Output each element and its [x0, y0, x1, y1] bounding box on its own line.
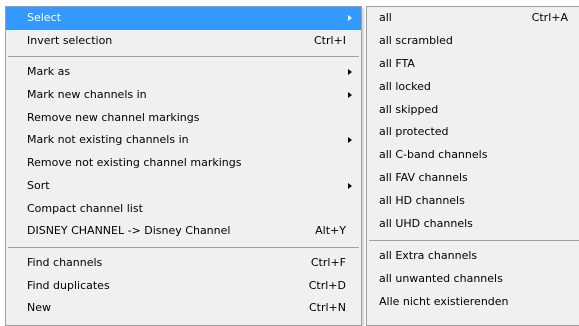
menu-item-label: Select: [27, 11, 61, 24]
menu-item-shortcut: Ctrl+I: [313, 33, 346, 47]
menu-item-invert-selection[interactable]: Invert selection Ctrl+I: [6, 30, 361, 53]
menu-item-label: Invert selection: [27, 33, 113, 47]
submenu-arrow-icon: [348, 69, 352, 76]
menu-item-rename-channel[interactable]: DISNEY CHANNEL -> Disney Channel Alt+Y: [6, 220, 361, 243]
submenu-item-all-scrambled[interactable]: all scrambled: [367, 30, 579, 53]
menu-item-mark-new-channels-in[interactable]: Mark new channels in: [6, 84, 361, 107]
menu-item-label: New: [27, 301, 51, 315]
submenu-item-alle-nicht-existierenden[interactable]: Alle nicht existierenden: [367, 291, 579, 314]
menu-item-label: all scrambled: [379, 33, 453, 47]
menu-item-label: all FAV channels: [379, 171, 468, 185]
submenu-item-all-fav-channels[interactable]: all FAV channels: [367, 167, 579, 190]
menu-item-shortcut: Ctrl+D: [308, 278, 346, 292]
select-submenu: all Ctrl+A all scrambled all FTA all loc…: [366, 6, 579, 326]
menu-item-label: all locked: [379, 79, 431, 93]
menu-item-shortcut: Ctrl+F: [310, 255, 346, 269]
submenu-arrow-icon: [348, 15, 352, 21]
submenu-item-all-fta[interactable]: all FTA: [367, 53, 579, 76]
menu-item-sort[interactable]: Sort: [6, 175, 361, 198]
menu-item-label: Alle nicht existierenden: [379, 294, 509, 308]
menu-item-label: Find duplicates: [27, 278, 110, 292]
menu-item-remove-not-existing-channel-markings[interactable]: Remove not existing channel markings: [6, 152, 361, 175]
menu-item-label: all UHD channels: [379, 217, 473, 231]
submenu-arrow-icon: [348, 182, 352, 189]
menu-item-mark-not-existing-channels-in[interactable]: Mark not existing channels in: [6, 129, 361, 152]
menu-item-remove-new-channel-markings[interactable]: Remove new channel markings: [6, 107, 361, 130]
menu-item-label: Find channels: [27, 255, 103, 269]
menu-item-label: Remove not existing channel markings: [27, 156, 242, 170]
menu-item-label: all unwanted channels: [379, 271, 503, 285]
menu-item-label: all FTA: [379, 56, 415, 70]
menu-item-label: Sort: [27, 178, 50, 192]
menu-item-shortcut: Ctrl+N: [308, 301, 346, 315]
submenu-item-all-uhd-channels[interactable]: all UHD channels: [367, 213, 579, 236]
menu-item-label: Mark new channels in: [27, 88, 147, 102]
menu-item-compact-channel-list[interactable]: Compact channel list: [6, 198, 361, 221]
submenu-item-all-skipped[interactable]: all skipped: [367, 99, 579, 122]
menu-item-shortcut: Ctrl+A: [531, 11, 568, 24]
menu-separator: [6, 52, 361, 61]
menu-item-label: Remove new channel markings: [27, 110, 200, 124]
menu-item-find-channels[interactable]: Find channels Ctrl+F: [6, 252, 361, 275]
menu-item-select[interactable]: Select: [6, 7, 361, 30]
menu-item-mark-as[interactable]: Mark as: [6, 61, 361, 84]
menu-item-new[interactable]: New Ctrl+N: [6, 297, 361, 320]
submenu-arrow-icon: [348, 92, 352, 99]
submenu-item-all-hd-channels[interactable]: all HD channels: [367, 190, 579, 213]
menu-item-label: Compact channel list: [27, 201, 143, 215]
submenu-item-all[interactable]: all Ctrl+A: [367, 7, 579, 30]
submenu-item-all-locked[interactable]: all locked: [367, 76, 579, 99]
menu-item-shortcut: Alt+Y: [315, 224, 346, 238]
submenu-item-all-unwanted-channels[interactable]: all unwanted channels: [367, 268, 579, 291]
submenu-item-all-protected[interactable]: all protected: [367, 121, 579, 144]
menu-item-label: all: [379, 11, 392, 24]
menu-item-label: DISNEY CHANNEL -> Disney Channel: [27, 224, 231, 238]
submenu-item-all-cband-channels[interactable]: all C-band channels: [367, 144, 579, 167]
context-menu: Select Invert selection Ctrl+I Mark as M…: [5, 6, 362, 326]
menu-item-label: Mark not existing channels in: [27, 133, 189, 147]
menu-item-label: all Extra channels: [379, 248, 478, 262]
submenu-arrow-icon: [348, 137, 352, 144]
menu-separator: [6, 243, 361, 252]
menu-item-label: all HD channels: [379, 194, 465, 208]
menu-item-label: all C-band channels: [379, 148, 488, 162]
menu-separator: [367, 236, 579, 245]
menu-item-find-duplicates[interactable]: Find duplicates Ctrl+D: [6, 275, 361, 298]
menu-item-label: all protected: [379, 125, 449, 139]
menu-item-label: all skipped: [379, 102, 439, 116]
submenu-item-all-extra-channels[interactable]: all Extra channels: [367, 245, 579, 268]
menu-item-label: Mark as: [27, 65, 71, 79]
